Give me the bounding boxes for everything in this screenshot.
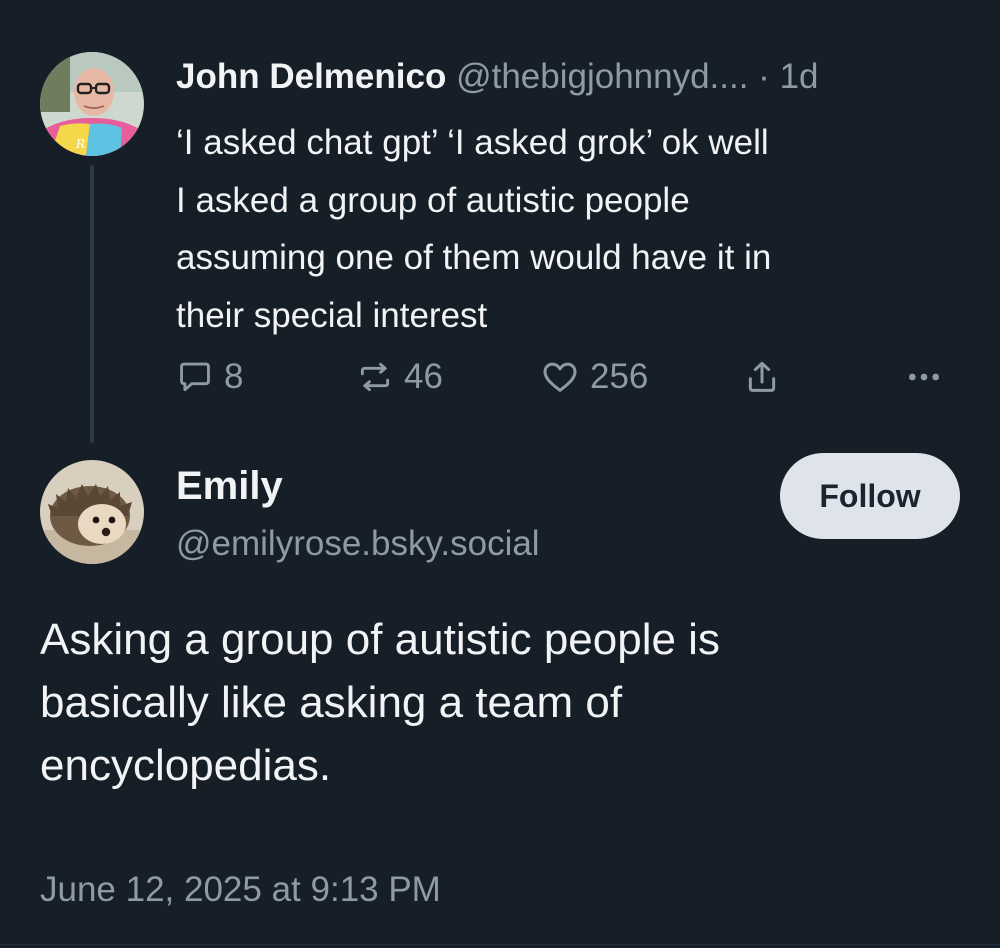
bottom-divider (0, 944, 1000, 945)
repost-button[interactable]: 46 (356, 353, 443, 401)
parent-post-text: ‘I asked chat gpt’ ‘I asked grok’ ok wel… (176, 123, 772, 335)
share-button[interactable] (742, 353, 792, 401)
like-button[interactable]: 256 (540, 353, 648, 401)
more-options-button[interactable] (904, 353, 954, 401)
post-timestamp: June 12, 2025 at 9:13 PM (40, 870, 441, 909)
separator-dot: · (748, 57, 780, 96)
svg-text:R: R (75, 137, 85, 151)
reply-count: 8 (224, 357, 244, 396)
reply-button[interactable]: 8 (176, 353, 243, 401)
main-post-text: Asking a group of autistic people is bas… (40, 615, 720, 790)
parent-post-age[interactable]: 1d (780, 57, 819, 96)
thread-connector-line (90, 165, 94, 443)
repost-icon (360, 362, 390, 392)
main-author-handle[interactable]: @emilyrose.bsky.social (176, 520, 540, 568)
avatar-emily-hedgehog-image (40, 460, 144, 564)
parent-post-header: John Delmenico @thebigjohnnyd.... · 1d (176, 53, 819, 101)
share-icon (748, 361, 776, 392)
parent-post-actions: 8 46 256 (0, 353, 1000, 401)
like-count: 256 (590, 357, 649, 396)
avatar-emily[interactable] (40, 460, 144, 564)
avatar-john-image: R (40, 52, 144, 156)
follow-button[interactable]: Follow (780, 453, 960, 539)
main-author-name[interactable]: Emily (176, 460, 283, 512)
reply-bubble-icon (180, 362, 210, 392)
more-options-icon (909, 373, 939, 381)
repost-count: 46 (404, 357, 443, 396)
heart-icon (543, 362, 577, 392)
parent-author-name[interactable]: John Delmenico (176, 57, 446, 96)
parent-author-handle[interactable]: @thebigjohnnyd.... (456, 57, 748, 96)
avatar-john-delmenico[interactable]: R (40, 52, 144, 156)
